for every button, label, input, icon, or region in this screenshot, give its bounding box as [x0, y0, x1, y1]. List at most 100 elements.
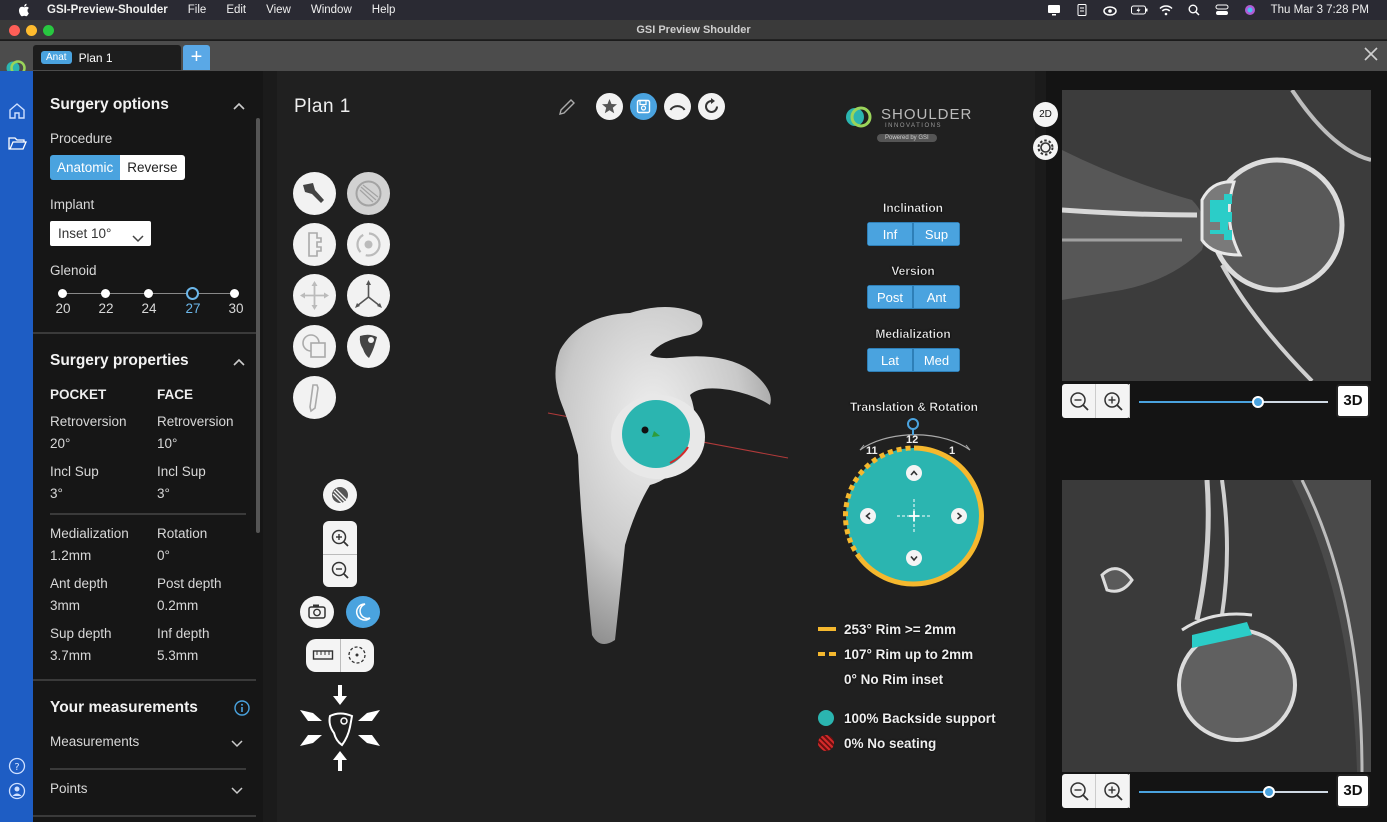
left-panel-scrollbar[interactable] — [256, 118, 260, 533]
ct-slice-coronal[interactable] — [1062, 480, 1371, 772]
glenoid-surface-tool-icon[interactable] — [347, 172, 390, 215]
implant-profile-tool-icon[interactable] — [293, 223, 336, 266]
scapula-3d-model[interactable] — [540, 295, 790, 655]
rotate-3d-tool-icon[interactable] — [347, 223, 390, 266]
menubar-clock[interactable]: Thu Mar 3 7:28 PM — [1271, 4, 1369, 16]
add-tab-button[interactable]: + — [183, 45, 210, 70]
star-icon[interactable] — [596, 93, 623, 120]
your-measurements-title: Your measurements — [50, 699, 198, 716]
view-3d-button[interactable]: 3D — [1336, 774, 1370, 808]
screen-icon[interactable] — [1047, 4, 1061, 16]
folder-icon[interactable] — [7, 133, 27, 153]
medialization-lat-button[interactable]: Lat — [867, 348, 913, 372]
user-icon[interactable] — [7, 781, 27, 801]
ct-slice-axial[interactable] — [1062, 90, 1371, 381]
inclination-sup-button[interactable]: Sup — [913, 222, 960, 246]
menu-view[interactable]: View — [266, 4, 291, 16]
zoom-out-icon[interactable] — [330, 560, 350, 580]
target-icon[interactable] — [346, 644, 368, 666]
scapula-tool-icon[interactable] — [347, 325, 390, 368]
version-control: Post Ant — [867, 285, 960, 309]
medialization-med-button[interactable]: Med — [913, 348, 960, 372]
logo-brand: SHOULDER — [881, 106, 973, 123]
control-center-icon[interactable] — [1215, 4, 1229, 16]
home-icon[interactable] — [7, 101, 27, 121]
move-right-button[interactable] — [951, 508, 967, 524]
chevron-down-icon[interactable] — [231, 784, 243, 796]
view-2d-button[interactable]: 2D — [1033, 102, 1058, 127]
procedure-anatomic-button[interactable]: Anatomic — [50, 155, 121, 180]
axes-tool-icon[interactable] — [347, 274, 390, 317]
apple-icon[interactable] — [17, 3, 31, 17]
zoom-window-button[interactable] — [43, 25, 54, 36]
close-window-button[interactable] — [9, 25, 20, 36]
version-ant-button[interactable]: Ant — [913, 285, 960, 309]
view-3d-button[interactable]: 3D — [1336, 384, 1370, 418]
glenoid-stop-30[interactable] — [230, 289, 239, 298]
bone-tool-icon[interactable] — [293, 376, 336, 419]
logo-sub: INNOVATIONS — [885, 123, 942, 129]
glenoid-stop-24[interactable] — [144, 289, 153, 298]
inf-depth-value: 5.3mm — [157, 648, 199, 663]
move-tool-icon[interactable] — [293, 274, 336, 317]
glenoid-stop-20[interactable] — [58, 289, 67, 298]
zoom-out-icon[interactable] — [1062, 384, 1096, 418]
shapes-tool-icon[interactable] — [293, 325, 336, 368]
zoom-out-icon[interactable] — [1062, 774, 1096, 808]
glenoid-stop-22[interactable] — [101, 289, 110, 298]
pocket-retroversion-label: Retroversion — [50, 414, 127, 429]
pocket-header: POCKET — [50, 387, 107, 402]
battery-icon[interactable] — [1130, 4, 1148, 16]
ct2-slider-thumb[interactable] — [1263, 786, 1275, 798]
move-up-button[interactable] — [906, 465, 922, 481]
orientation-widget-icon[interactable] — [296, 683, 384, 773]
menu-window[interactable]: Window — [311, 4, 352, 16]
zoom-in-icon[interactable] — [1096, 384, 1130, 418]
creative-cloud-icon[interactable] — [1102, 4, 1117, 16]
menu-edit[interactable]: Edit — [226, 4, 246, 16]
clock-tick-12: 12 — [906, 434, 919, 446]
zoom-in-icon[interactable] — [1096, 774, 1130, 808]
chevron-down-icon[interactable] — [231, 737, 243, 749]
ruler-icon[interactable] — [312, 645, 334, 665]
save-icon[interactable] — [630, 93, 657, 120]
moon-icon[interactable] — [346, 596, 380, 628]
search-icon[interactable] — [1187, 4, 1201, 16]
implant-select[interactable]: Inset 10° — [50, 221, 151, 246]
app-menu[interactable]: GSI-Preview-Shoulder — [47, 4, 168, 16]
tab-plan-1[interactable]: Anat Plan 1 — [33, 45, 181, 70]
humerus-tool-icon[interactable] — [293, 172, 336, 215]
wifi-icon[interactable] — [1159, 4, 1173, 16]
camera-icon[interactable] — [300, 596, 334, 628]
move-left-button[interactable] — [860, 508, 876, 524]
rotate-icon[interactable] — [698, 93, 725, 120]
points-item[interactable]: Points — [50, 781, 88, 796]
chevron-up-icon[interactable] — [233, 355, 245, 367]
surgery-options-title: Surgery options — [50, 96, 169, 113]
pencil-icon[interactable] — [557, 97, 577, 117]
glenoid-stop-27-selected[interactable] — [186, 287, 199, 300]
glenoid-label: Glenoid — [50, 263, 97, 278]
arc-icon[interactable] — [664, 93, 691, 120]
measure-tools — [306, 639, 374, 672]
document-icon[interactable] — [1075, 4, 1089, 16]
move-down-button[interactable] — [906, 550, 922, 566]
view-mode-icon[interactable] — [323, 479, 357, 511]
close-icon[interactable] — [1362, 46, 1380, 64]
version-post-button[interactable]: Post — [867, 285, 913, 309]
menu-file[interactable]: File — [188, 4, 207, 16]
menu-help[interactable]: Help — [372, 4, 396, 16]
chevron-up-icon[interactable] — [233, 99, 245, 111]
measurements-item[interactable]: Measurements — [50, 734, 139, 749]
siri-icon[interactable] — [1243, 4, 1257, 16]
ct1-slider-thumb[interactable] — [1252, 396, 1264, 408]
gear-icon[interactable] — [1033, 135, 1058, 160]
zoom-in-icon[interactable] — [330, 528, 350, 548]
info-icon[interactable] — [234, 700, 250, 716]
inclination-inf-button[interactable]: Inf — [867, 222, 913, 246]
help-icon[interactable]: ? — [7, 756, 27, 776]
legend-no-rim: 0° No Rim inset — [818, 670, 943, 688]
chevron-down-icon — [132, 228, 144, 243]
procedure-reverse-button[interactable]: Reverse — [120, 155, 185, 180]
minimize-window-button[interactable] — [26, 25, 37, 36]
